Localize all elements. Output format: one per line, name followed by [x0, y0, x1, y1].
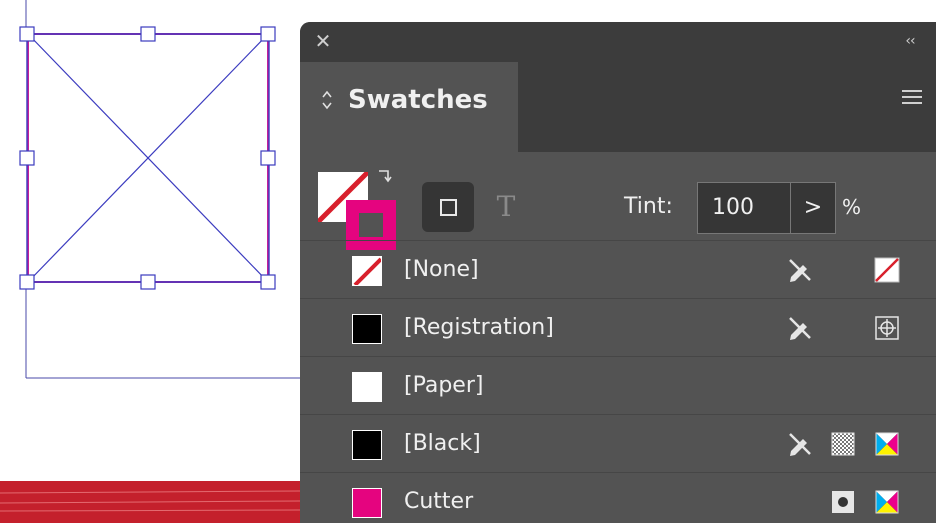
- swatch-row-paper[interactable]: [Paper]: [300, 356, 936, 415]
- cmyk-icon: [872, 429, 902, 459]
- resize-handle[interactable]: [260, 274, 276, 290]
- swatch-chip: [352, 488, 382, 518]
- spot-color-icon: [828, 487, 858, 517]
- swap-fill-stroke-icon[interactable]: [376, 168, 394, 190]
- tint-unit: %: [842, 195, 862, 219]
- swatch-chip: [352, 256, 382, 286]
- not-editable-pencil-icon: [784, 313, 814, 343]
- swatch-chip: [352, 430, 382, 460]
- panel-titlebar[interactable]: ✕ ‹‹: [300, 22, 936, 62]
- swatch-row-none[interactable]: [None]: [300, 240, 936, 299]
- resize-handle[interactable]: [260, 26, 276, 42]
- close-icon[interactable]: ✕: [312, 30, 334, 52]
- tint-value: 100: [712, 195, 754, 220]
- none-color-icon: [872, 255, 902, 285]
- tab-swatches[interactable]: Swatches: [300, 62, 518, 152]
- swatch-chip: [352, 314, 382, 344]
- resize-handle[interactable]: [19, 274, 35, 290]
- container-icon: [440, 199, 457, 216]
- formatting-affects-container-button[interactable]: [422, 182, 474, 232]
- resize-handle[interactable]: [140, 274, 156, 290]
- swatch-row-cutter[interactable]: Cutter: [300, 472, 936, 523]
- red-shape: [0, 481, 300, 523]
- tab-label: Swatches: [348, 85, 488, 115]
- swatch-name: [Paper]: [404, 373, 484, 398]
- resize-handle[interactable]: [140, 26, 156, 42]
- spot-pattern-icon: [828, 429, 858, 459]
- resize-handle[interactable]: [19, 26, 35, 42]
- tint-label: Tint:: [624, 194, 673, 219]
- tint-slider-button[interactable]: >: [790, 182, 836, 234]
- swatches-panel: ✕ ‹‹ Swatches T Tint: 100 > % [None] [Re…: [300, 22, 936, 523]
- collapse-panel-icon[interactable]: ‹‹: [898, 31, 922, 51]
- swatch-name: [Registration]: [404, 315, 554, 340]
- tint-input[interactable]: 100: [697, 182, 791, 234]
- not-editable-pencil-icon: [784, 429, 814, 459]
- resize-handle[interactable]: [260, 150, 276, 166]
- swatch-chip: [352, 372, 382, 402]
- swatch-name: [Black]: [404, 431, 481, 456]
- swatch-name: Cutter: [404, 489, 474, 514]
- registration-icon: [872, 313, 902, 343]
- panel-tab-strip: Swatches: [300, 62, 936, 152]
- swatch-row-black[interactable]: [Black]: [300, 414, 936, 473]
- updown-arrow-icon[interactable]: [320, 88, 336, 112]
- swatch-name: [None]: [404, 257, 479, 282]
- swatch-row-registration[interactable]: [Registration]: [300, 298, 936, 357]
- swatch-list[interactable]: [None] [Registration] [Paper] [Black] Cu…: [300, 240, 936, 523]
- formatting-affects-text-button[interactable]: T: [488, 182, 524, 232]
- cmyk-icon: [872, 487, 902, 517]
- resize-handle[interactable]: [19, 150, 35, 166]
- hamburger-menu-icon[interactable]: [902, 90, 922, 108]
- not-editable-pencil-icon: [784, 255, 814, 285]
